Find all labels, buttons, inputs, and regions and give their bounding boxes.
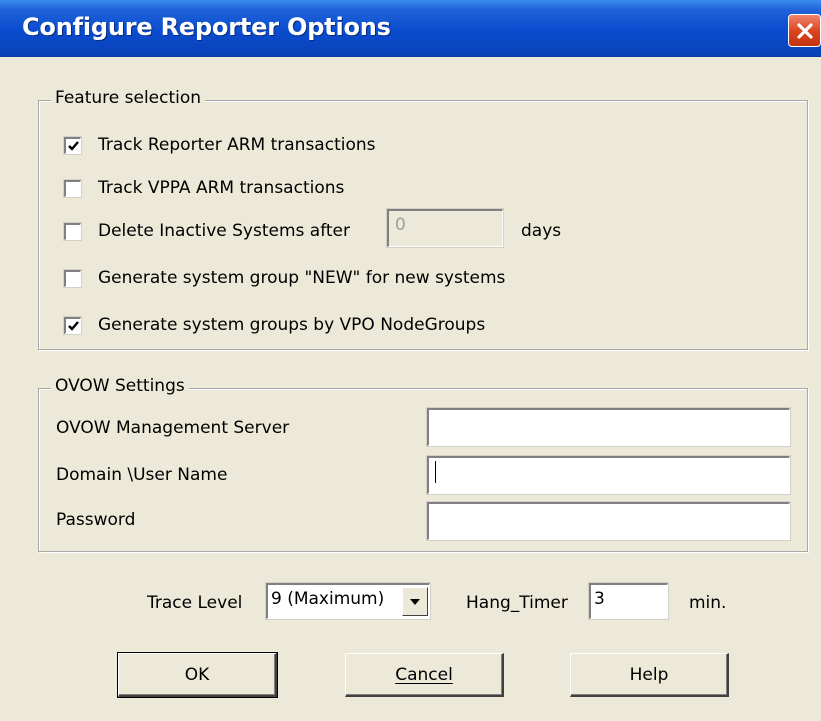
domain-user-label: Domain \User Name [56,465,228,485]
feature-selection-legend: Feature selection [51,88,206,108]
trace-level-value: 9 (Maximum) [271,589,385,609]
track-vppa-arm-checkbox[interactable] [63,178,82,198]
ok-button[interactable]: OK [117,652,278,698]
password-input[interactable] [426,501,791,541]
chevron-down-icon [410,598,420,605]
ovow-server-input[interactable] [426,407,791,447]
track-reporter-arm-label: Track Reporter ARM transactions [98,135,376,155]
cancel-button[interactable]: Cancel [345,653,504,697]
password-label: Password [56,510,136,530]
track-vppa-arm-label: Track VPPA ARM transactions [98,178,345,198]
track-vppa-arm-option[interactable]: Track VPPA ARM transactions [63,178,345,198]
ovow-settings-legend: OVOW Settings [51,376,189,396]
hang-timer-unit: min. [689,593,727,613]
trace-level-label: Trace Level [147,593,243,613]
text-caret [435,461,436,483]
trace-level-select[interactable]: 9 (Maximum) [265,582,431,620]
delete-inactive-option[interactable]: Delete Inactive Systems after [63,221,350,241]
generate-new-group-checkbox[interactable] [63,268,82,288]
ok-button-label: OK [184,664,210,685]
checkmark-icon [68,140,79,151]
close-icon [796,22,813,39]
hang-timer-label: Hang_Timer [466,593,568,613]
inactive-days-value: 0 [395,215,406,235]
generate-new-group-label: Generate system group "NEW" for new syst… [98,268,506,288]
cancel-button-label: Cancel [395,664,453,685]
track-reporter-arm-checkbox[interactable] [63,135,82,155]
close-button[interactable] [788,14,821,47]
days-label: days [521,221,562,241]
generate-nodegroups-option[interactable]: Generate system groups by VPO NodeGroups [63,315,486,335]
title-bar[interactable]: Configure Reporter Options [0,0,821,57]
ovow-server-label: OVOW Management Server [56,418,290,438]
delete-inactive-label: Delete Inactive Systems after [98,221,350,241]
hang-timer-value: 3 [594,589,605,609]
hang-timer-input[interactable]: 3 [588,582,669,620]
help-button-label: Help [629,664,669,685]
trace-level-dropdown-button[interactable] [402,587,428,616]
generate-new-group-option[interactable]: Generate system group "NEW" for new syst… [63,268,506,288]
checkmark-icon [68,320,79,331]
domain-user-input[interactable] [426,455,791,495]
window-title: Configure Reporter Options [22,13,391,41]
generate-nodegroups-checkbox[interactable] [63,315,82,335]
inactive-days-input[interactable]: 0 [386,208,504,248]
help-button[interactable]: Help [570,653,729,697]
delete-inactive-checkbox[interactable] [63,221,82,241]
generate-nodegroups-label: Generate system groups by VPO NodeGroups [98,315,486,335]
track-reporter-arm-option[interactable]: Track Reporter ARM transactions [63,135,376,155]
